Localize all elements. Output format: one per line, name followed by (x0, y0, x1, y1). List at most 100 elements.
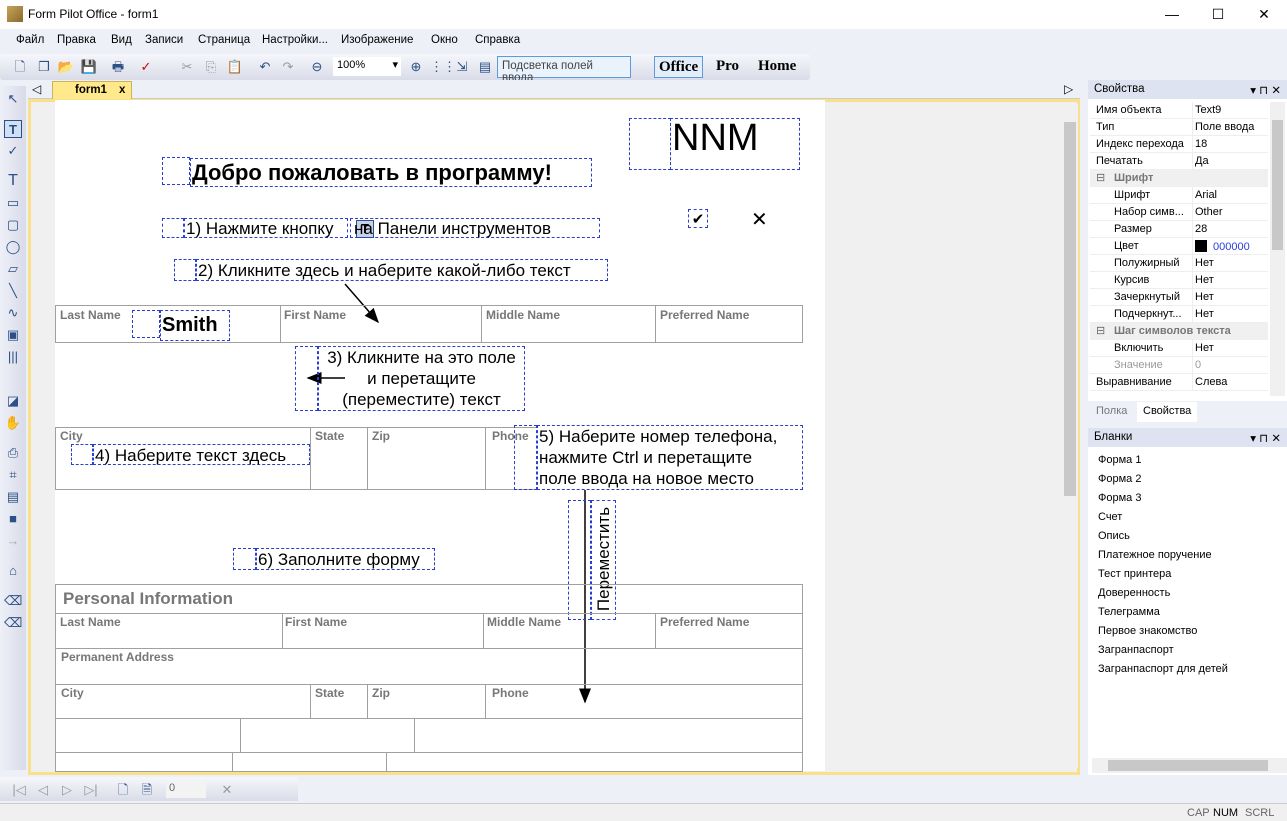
field-handle[interactable] (629, 118, 671, 170)
property-value[interactable]: 0 (1192, 357, 1201, 373)
property-row[interactable]: ⊟ Шаг символов текста (1090, 323, 1268, 340)
stamp-icon[interactable]: ⎙ (4, 444, 22, 462)
property-row[interactable]: Полужирный Нет (1090, 255, 1268, 272)
property-value[interactable]: Нет (1192, 272, 1214, 288)
blank-item[interactable]: Тест принтера (1098, 568, 1171, 580)
open-icon[interactable]: 📂 (57, 58, 75, 76)
blank-item[interactable]: Форма 3 (1098, 492, 1141, 504)
property-value[interactable]: 000000 (1192, 238, 1250, 254)
property-row[interactable]: Печатать Да (1090, 153, 1268, 170)
eraser-icon[interactable]: ⌫ (4, 592, 22, 610)
tab-shelf[interactable]: Полка (1096, 405, 1127, 417)
panel-controls-icon[interactable]: ▾ ⊓ ✕ (1250, 431, 1281, 445)
grid-icon[interactable]: ⋮⋮ (430, 58, 456, 76)
polygon-icon[interactable]: ▱ (4, 260, 22, 278)
menu-view[interactable]: Вид (111, 34, 132, 46)
cut-icon[interactable]: ✂ (178, 58, 196, 76)
property-row[interactable]: Значение 0 (1090, 357, 1268, 374)
field-handle[interactable] (514, 425, 537, 490)
property-scrollbar[interactable] (1270, 102, 1285, 396)
menu-file[interactable]: Файл (16, 34, 44, 46)
property-value[interactable]: 18 (1192, 136, 1207, 152)
property-row[interactable]: Включить Нет (1090, 340, 1268, 357)
property-value[interactable]: Нет (1192, 255, 1214, 271)
blank-item[interactable]: Опись (1098, 530, 1130, 542)
prev-record-icon[interactable]: ◁ (34, 781, 52, 799)
blank-item[interactable]: Форма 2 (1098, 473, 1141, 485)
property-value[interactable]: Other (1192, 204, 1223, 220)
zoom-select[interactable]: 100% ▾ (333, 57, 401, 76)
frame-icon[interactable]: ▤ (4, 488, 22, 506)
property-value[interactable]: Нет (1192, 306, 1214, 322)
checkbox-checked[interactable]: ✔ (688, 209, 708, 228)
scrollbar-thumb[interactable] (1272, 120, 1283, 250)
blank-item[interactable]: Доверенность (1098, 587, 1170, 599)
fill-icon[interactable]: ■ (4, 510, 22, 528)
property-row[interactable]: Цвет 000000 (1090, 238, 1268, 255)
minimize-button[interactable]: — (1149, 0, 1195, 29)
eraser-all-icon[interactable]: ⌫ (4, 614, 22, 632)
tab-properties[interactable]: Свойства (1137, 402, 1198, 422)
tab-form1[interactable]: form1 x (52, 81, 132, 99)
menu-window[interactable]: Окно (431, 34, 458, 46)
property-value[interactable]: Нет (1192, 289, 1214, 305)
maximize-button[interactable]: ☐ (1195, 0, 1241, 29)
copy-doc-icon[interactable]: ❐ (35, 58, 53, 76)
property-value[interactable]: Поле ввода (1192, 119, 1254, 135)
menu-edit[interactable]: Правка (57, 34, 96, 46)
property-row[interactable]: Тип Поле ввода (1090, 119, 1268, 136)
vertical-scrollbar[interactable] (1062, 104, 1078, 768)
panel-controls-icon[interactable]: ▾ ⊓ ✕ (1250, 83, 1281, 97)
record-list-icon[interactable]: 🗎 (138, 781, 156, 799)
crop-icon[interactable]: ⌗ (4, 466, 22, 484)
property-row[interactable]: Имя объекта Text9 (1090, 102, 1268, 119)
arrow-right-icon[interactable]: → (4, 532, 22, 550)
move-icon[interactable]: ⇲ (453, 58, 471, 76)
scrollbar-thumb[interactable] (1108, 760, 1268, 771)
rectangle-icon[interactable]: ▭ (4, 194, 22, 212)
property-value[interactable]: Text9 (1192, 102, 1221, 118)
scrollbar-thumb[interactable] (1064, 122, 1076, 496)
field-handle[interactable] (132, 310, 160, 338)
fields-icon[interactable]: ▤ (476, 58, 494, 76)
step5-field[interactable]: 5) Наберите номер телефона, нажмите Ctrl… (537, 425, 803, 490)
property-row[interactable]: ⊟ Шрифт (1090, 170, 1268, 187)
mode-pro-button[interactable]: Pro (712, 56, 743, 78)
delete-record-icon[interactable]: ✕ (218, 781, 236, 799)
field-handle[interactable] (162, 157, 190, 185)
field-handle[interactable] (174, 259, 196, 281)
menu-records[interactable]: Записи (145, 34, 183, 46)
collapse-icon[interactable]: ⊟ (1096, 324, 1105, 337)
property-row[interactable]: Набор симв... Other (1090, 204, 1268, 221)
record-number-input[interactable]: 0 (166, 781, 206, 798)
property-value[interactable]: Нет (1192, 340, 1214, 356)
menu-settings[interactable]: Настройки... (262, 34, 328, 46)
new-record-icon[interactable]: 🗋 (114, 781, 132, 799)
next-record-icon[interactable]: ▷ (58, 781, 76, 799)
property-row[interactable]: Индекс перехода 18 (1090, 136, 1268, 153)
collapse-icon[interactable]: ⊟ (1096, 171, 1105, 184)
blank-item[interactable]: Платежное поручение (1098, 549, 1212, 561)
mode-home-button[interactable]: Home (754, 56, 800, 78)
scan-icon[interactable]: ◪ (4, 392, 22, 410)
first-record-icon[interactable]: |◁ (10, 781, 28, 799)
blank-item[interactable]: Счет (1098, 511, 1122, 523)
tab-scroll-left-icon[interactable]: ◁ (32, 82, 41, 96)
text-field-tool-icon[interactable]: T (4, 120, 22, 138)
blank-item[interactable]: Первое знакомство (1098, 625, 1197, 637)
step3-field[interactable]: 3) Кликните на это поле и перетащите (пе… (318, 346, 525, 411)
blank-item[interactable]: Загранпаспорт для детей (1098, 663, 1228, 675)
horizontal-scrollbar[interactable] (1092, 758, 1287, 773)
menu-image[interactable]: Изображение (341, 34, 413, 46)
print-icon[interactable]: 🖶 (109, 58, 127, 76)
image-icon[interactable]: ▣ (4, 326, 22, 344)
menu-page[interactable]: Страница (198, 34, 250, 46)
line-icon[interactable]: ╲ (4, 282, 22, 300)
paste-icon[interactable]: 📋 (226, 58, 244, 76)
barcode-icon[interactable]: ||| (4, 348, 22, 366)
zoom-out-icon[interactable]: ⊖ (308, 58, 326, 76)
highlight-fields-button[interactable]: Подсветка полей ввода (497, 56, 631, 84)
property-row[interactable]: Подчеркнут... Нет (1090, 306, 1268, 323)
zoom-in-icon[interactable]: ⊕ (407, 58, 425, 76)
rounded-rect-icon[interactable]: ▢ (4, 216, 22, 234)
